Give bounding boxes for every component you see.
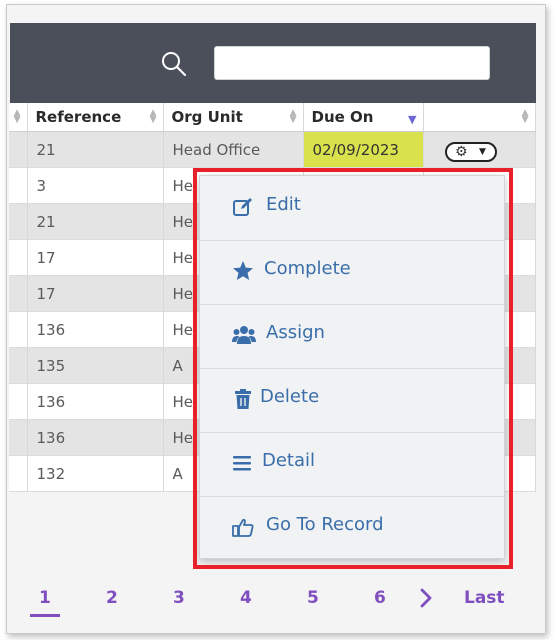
highlight-box (193, 168, 513, 569)
search-icon[interactable] (160, 50, 188, 78)
column-header-select[interactable]: ▲ ▼ (9, 103, 28, 132)
top-toolbar (10, 23, 536, 103)
row-select-cell[interactable] (9, 311, 28, 348)
reference-cell: 132 (27, 455, 164, 492)
reference-cell: 21 (27, 203, 164, 240)
sort-descending-icon: ▼ (408, 113, 417, 126)
org-unit-cell: Head Office (163, 131, 304, 168)
row-select-cell[interactable] (9, 455, 28, 492)
row-actions-button[interactable]: ⚙ ▼ (445, 142, 497, 162)
search-input[interactable] (214, 46, 490, 80)
page-link-5[interactable]: 5 (307, 588, 319, 608)
column-label: Reference (35, 108, 122, 126)
reference-cell: 135 (27, 347, 164, 384)
row-select-cell[interactable] (9, 239, 28, 276)
row-select-cell[interactable] (9, 131, 28, 168)
reference-cell: 136 (27, 311, 164, 348)
caret-down-icon: ▼ (479, 147, 486, 157)
reference-cell: 136 (27, 419, 164, 456)
column-header-org-unit[interactable]: Org Unit ▲ ▼ (163, 103, 304, 132)
chevron-right-icon[interactable] (418, 588, 434, 608)
sort-icon: ▲ ▼ (521, 108, 529, 125)
page-link-last[interactable]: Last (464, 588, 505, 608)
column-label: Org Unit (171, 108, 243, 126)
column-header-due-on[interactable]: Due On ▼ (303, 103, 424, 132)
reference-cell: 17 (27, 239, 164, 276)
page-link-6[interactable]: 6 (374, 588, 386, 608)
sort-icon: ▲ ▼ (149, 108, 157, 125)
reference-cell: 17 (27, 275, 164, 312)
row-select-cell[interactable] (9, 275, 28, 312)
page-link-3[interactable]: 3 (173, 588, 185, 608)
due-on-cell: 02/09/2023 (303, 131, 424, 168)
sort-icon: ▲ ▼ (289, 108, 297, 125)
sort-icon: ▲ ▼ (13, 108, 21, 125)
page-link-4[interactable]: 4 (240, 588, 252, 608)
reference-cell: 3 (27, 167, 164, 204)
app-frame: ▲ ▼ Reference ▲ ▼ Org Unit ▲ ▼ Due On ▼ ▲ ▼ 21 … (6, 4, 546, 634)
table-header-row: ▲ ▼ Reference ▲ ▼ Org Unit ▲ ▼ Due On ▼ ▲ ▼ (9, 103, 536, 132)
row-select-cell[interactable] (9, 203, 28, 240)
row-select-cell[interactable] (9, 419, 28, 456)
page-link-2[interactable]: 2 (106, 588, 118, 608)
column-header-actions[interactable]: ▲ ▼ (423, 103, 536, 132)
column-label: Due On (311, 108, 374, 126)
pagination: 1 2 3 4 5 6 Last (0, 578, 556, 618)
column-header-reference[interactable]: Reference ▲ ▼ (27, 103, 164, 132)
reference-cell: 136 (27, 383, 164, 420)
row-select-cell[interactable] (9, 347, 28, 384)
gear-icon: ⚙ (455, 144, 468, 160)
reference-cell: 21 (27, 131, 164, 168)
row-select-cell[interactable] (9, 167, 28, 204)
row-select-cell[interactable] (9, 383, 28, 420)
page-link-1[interactable]: 1 (30, 588, 60, 617)
